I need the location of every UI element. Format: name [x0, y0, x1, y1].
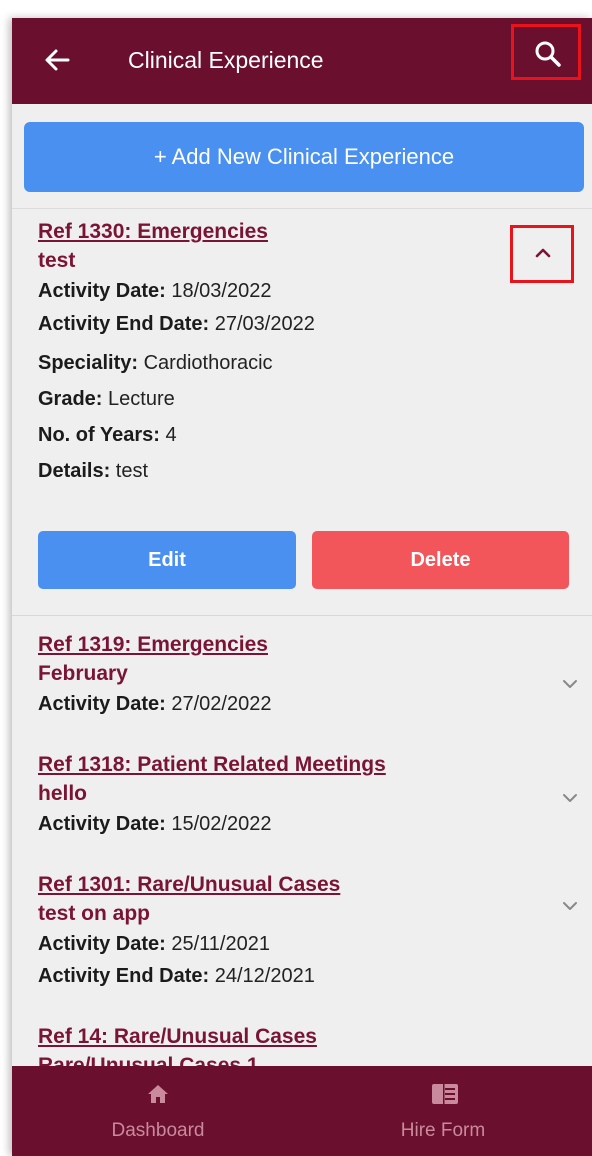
list-item[interactable]: Ref 1301: Rare/Unusual Cases test on app…: [38, 870, 578, 992]
activity-date-row: Activity Date: 27/02/2022: [38, 693, 272, 715]
experience-ref-link[interactable]: Ref 1301: Rare/Unusual Cases: [38, 870, 578, 900]
page-title: Clinical Experience: [128, 47, 324, 73]
chevron-down-icon[interactable]: [562, 900, 578, 912]
experience-subtitle: test: [38, 249, 76, 272]
activity-date-row: Activity Date: 18/03/2022: [38, 280, 272, 302]
bottom-navigation: Dashboard Hire Form: [12, 1066, 592, 1156]
experience-subtitle: February: [38, 662, 128, 685]
collapse-button[interactable]: [510, 225, 574, 283]
edit-button[interactable]: Edit: [38, 531, 296, 589]
activity-end-date-row: Activity End Date: 24/12/2021: [38, 965, 315, 987]
chevron-down-icon[interactable]: [562, 792, 578, 804]
grade-row: Grade: Lecture: [38, 388, 175, 410]
experience-subtitle: hello: [38, 782, 88, 805]
app-bar: Clinical Experience: [12, 18, 592, 104]
activity-date-row: Activity Date: 15/02/2022: [38, 813, 272, 835]
speciality-row: Speciality: Cardiothoracic: [38, 352, 273, 374]
form-icon: [432, 1084, 458, 1104]
search-icon: [535, 41, 561, 67]
experience-ref-link[interactable]: Ref 14: Rare/Unusual Cases: [38, 1022, 578, 1052]
chevron-down-icon[interactable]: [562, 678, 578, 690]
details-row: Details: test: [38, 460, 149, 482]
activity-date-row: Activity Date: 25/11/2021: [38, 933, 270, 955]
home-icon: [148, 1085, 168, 1103]
chevron-up-icon: [535, 248, 551, 258]
back-arrow-icon[interactable]: [38, 40, 78, 80]
experience-ref-link[interactable]: Ref 1318: Patient Related Meetings: [38, 750, 578, 780]
delete-button[interactable]: Delete: [312, 531, 569, 589]
experience-card-expanded: Ref 1330: Emergencies test Activity Date…: [12, 208, 592, 616]
list-item[interactable]: Ref 1319: Emergencies February Activity …: [38, 630, 578, 720]
list-item[interactable]: Ref 1318: Patient Related Meetings hello…: [38, 750, 578, 840]
activity-end-date-row: Activity End Date: 27/03/2022: [38, 313, 315, 335]
app-frame: Clinical Experience + Add New Clinical E…: [12, 18, 592, 1156]
experience-ref-link[interactable]: Ref 1330: Emergencies: [38, 217, 498, 247]
years-row: No. of Years: 4: [38, 424, 177, 446]
search-button[interactable]: [511, 24, 581, 80]
nav-hire-form[interactable]: Hire Form: [343, 1066, 543, 1156]
add-clinical-experience-button[interactable]: + Add New Clinical Experience: [24, 122, 584, 192]
experience-subtitle: test on app: [38, 902, 151, 925]
experience-ref-link[interactable]: Ref 1319: Emergencies: [38, 630, 578, 660]
nav-dashboard[interactable]: Dashboard: [58, 1066, 258, 1156]
